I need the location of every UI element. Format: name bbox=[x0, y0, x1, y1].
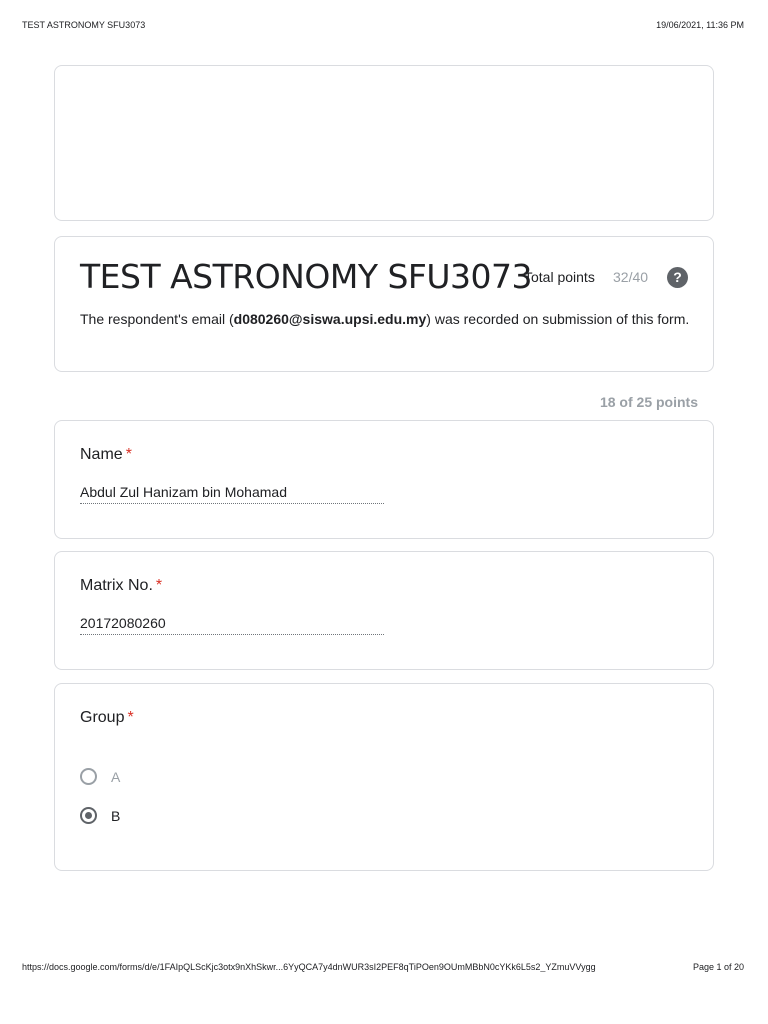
total-points-value: 32/40 bbox=[613, 269, 649, 285]
question-title: Matrix No. * bbox=[80, 577, 162, 595]
respondent-email: d080260@siswa.upsi.edu.my bbox=[233, 311, 427, 327]
email-note-suffix: ) was recorded on submission of this for… bbox=[426, 311, 690, 327]
group-option-a[interactable]: A bbox=[80, 768, 120, 785]
print-footer-page: Page 1 of 20 bbox=[692, 962, 744, 972]
section-points: 18 of 25 points bbox=[599, 394, 698, 410]
form-title: TEST ASTRONOMY SFU3073 bbox=[80, 257, 533, 296]
required-mark: * bbox=[127, 709, 134, 726]
question-label: Matrix No. bbox=[80, 577, 153, 594]
question-card-matrix: Matrix No. * 20172080260 bbox=[54, 551, 714, 670]
required-mark: * bbox=[155, 577, 163, 594]
name-answer: Abdul Zul Hanizam bin Mohamad bbox=[80, 484, 384, 504]
question-label: Name bbox=[80, 446, 123, 463]
matrix-answer: 20172080260 bbox=[80, 615, 384, 635]
print-header-datetime: 19/06/2021, 11:36 PM bbox=[656, 20, 744, 30]
print-footer: https://docs.google.com/forms/d/e/1FAIpQ… bbox=[22, 962, 744, 972]
option-label: B bbox=[111, 807, 121, 824]
print-header: TEST ASTRONOMY SFU3073 19/06/2021, 11:36… bbox=[22, 20, 744, 30]
question-title: Group * bbox=[80, 709, 134, 727]
print-header-title: TEST ASTRONOMY SFU3073 bbox=[22, 20, 146, 30]
respondent-email-note: The respondent's email (d080260@siswa.up… bbox=[80, 310, 695, 329]
question-card-group: Group * A B bbox=[54, 683, 714, 871]
header-banner bbox=[54, 65, 714, 221]
form-title-card: TEST ASTRONOMY SFU3073 Total points 32/4… bbox=[54, 236, 714, 372]
print-footer-url: https://docs.google.com/forms/d/e/1FAIpQ… bbox=[22, 962, 596, 972]
question-title: Name * bbox=[80, 446, 132, 464]
question-card-name: Name * Abdul Zul Hanizam bin Mohamad bbox=[54, 420, 714, 539]
help-circle-icon[interactable]: ? bbox=[667, 267, 688, 288]
question-label: Group bbox=[80, 709, 125, 726]
email-note-prefix: The respondent's email ( bbox=[80, 311, 234, 327]
total-points-label: Total points bbox=[524, 269, 595, 285]
required-mark: * bbox=[125, 446, 132, 463]
radio-checked-icon[interactable] bbox=[80, 807, 97, 824]
group-option-b[interactable]: B bbox=[80, 807, 120, 824]
option-label: A bbox=[111, 768, 121, 785]
radio-unchecked-icon[interactable] bbox=[80, 768, 97, 785]
